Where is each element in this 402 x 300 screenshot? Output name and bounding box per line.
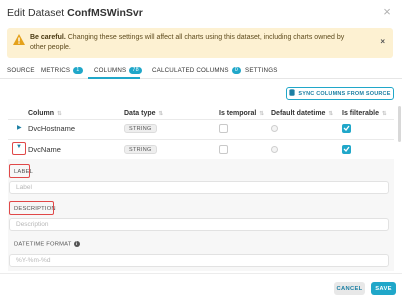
table-scrollbar[interactable]	[398, 106, 401, 142]
default-datetime-radio[interactable]	[271, 145, 278, 153]
tab-source[interactable]: SOURCE	[7, 65, 35, 75]
tab-bar: SOURCE METRICS 1 COLUMNS 78 CALCULATED C…	[0, 63, 402, 79]
highlight-box-expander	[12, 142, 26, 155]
header-label: Is temporal	[219, 110, 257, 117]
modal-title: Edit Dataset ConfMSWinSvr	[7, 6, 143, 20]
title-prefix: Edit Dataset	[7, 7, 68, 19]
tab-label: SOURCE	[7, 66, 35, 74]
column-name: DvcName	[28, 144, 61, 154]
info-icon[interactable]: i	[73, 241, 80, 247]
sort-icon: ⇅	[381, 110, 387, 117]
alert-bold-text: Be careful.	[30, 34, 66, 41]
save-button[interactable]: SAVE	[371, 282, 396, 295]
footer-divider	[0, 273, 402, 274]
tab-label: SETTINGS	[245, 66, 278, 74]
edit-dataset-modal: Edit Dataset ConfMSWinSvr × Be careful. …	[0, 0, 402, 300]
header-label: Is filterable	[342, 110, 379, 117]
datetime-format-label: DATETIME FORMAT	[14, 241, 72, 248]
column-header-data-type[interactable]: Data type ⇅	[124, 110, 163, 117]
sort-icon: ⇅	[259, 110, 264, 117]
default-datetime-radio[interactable]	[271, 124, 278, 132]
alert-message: Be careful. Changing these settings will…	[30, 33, 360, 53]
sort-icon: ⇅	[328, 110, 334, 117]
metrics-count-badge: 1	[73, 66, 83, 74]
datetime-format-input[interactable]: %Y-%m-%d	[9, 254, 389, 267]
column-header-name[interactable]: Column ⇅	[28, 110, 62, 117]
check-icon	[343, 125, 350, 131]
calculated-columns-count-badge: 0	[231, 66, 241, 74]
dataset-name: ConfMSWinSvr	[67, 7, 143, 19]
tab-columns[interactable]: COLUMNS 78	[94, 65, 142, 75]
is-temporal-checkbox[interactable]	[219, 144, 228, 154]
column-header-is-temporal[interactable]: Is temporal ⇅	[219, 110, 264, 117]
header-label: Column	[28, 110, 55, 117]
alert-body-text: Changing these settings will affect all …	[30, 34, 345, 51]
tab-label: METRICS	[41, 66, 71, 74]
is-filterable-checkbox[interactable]	[342, 144, 351, 154]
tab-label: CALCULATED COLUMNS	[152, 66, 229, 74]
label-input[interactable]: Label	[9, 181, 389, 194]
data-type-pill: STRING	[124, 144, 157, 154]
sort-icon: ⇅	[158, 110, 164, 117]
alert-close-icon[interactable]: ×	[380, 37, 385, 46]
cancel-button[interactable]: CANCEL	[334, 282, 365, 295]
column-header-is-filterable[interactable]: Is filterable ⇅	[342, 110, 387, 117]
header-label: Data type	[124, 110, 156, 117]
expand-row-icon[interactable]: ▶	[17, 124, 22, 131]
table-row: ▼ DvcName STRING	[0, 140, 402, 158]
column-name: DvcHostname	[28, 123, 76, 133]
tab-metrics[interactable]: METRICS 1	[41, 65, 83, 75]
sync-columns-button[interactable]: SYNC COLUMNS FROM SOURCE	[286, 87, 394, 100]
sync-button-label: SYNC COLUMNS FROM SOURCE	[298, 90, 391, 97]
columns-count-badge: 78	[129, 66, 142, 74]
active-tab-indicator	[88, 77, 140, 79]
column-header-default-datetime[interactable]: Default datetime ⇅	[271, 110, 333, 117]
description-input[interactable]: Description	[9, 218, 389, 231]
header-label: Default datetime	[271, 110, 326, 117]
highlight-box-description	[9, 201, 54, 215]
warning-icon	[13, 34, 25, 45]
table-row: ▶ DvcHostname STRING	[0, 120, 402, 138]
warning-alert: Be careful. Changing these settings will…	[7, 28, 393, 58]
data-type-pill: STRING	[124, 123, 157, 133]
close-icon[interactable]: ×	[380, 5, 394, 19]
is-temporal-checkbox[interactable]	[219, 123, 228, 133]
datetime-format-title: DATETIME FORMAT i	[14, 241, 80, 248]
tab-label: COLUMNS	[94, 66, 127, 74]
sort-icon: ⇅	[57, 110, 62, 117]
highlight-box-label	[9, 164, 30, 178]
tab-settings[interactable]: SETTINGS	[245, 65, 278, 75]
is-filterable-checkbox[interactable]	[342, 123, 351, 133]
tab-calculated-columns[interactable]: CALCULATED COLUMNS 0	[152, 65, 241, 75]
check-icon	[343, 146, 350, 152]
database-icon	[289, 89, 295, 98]
